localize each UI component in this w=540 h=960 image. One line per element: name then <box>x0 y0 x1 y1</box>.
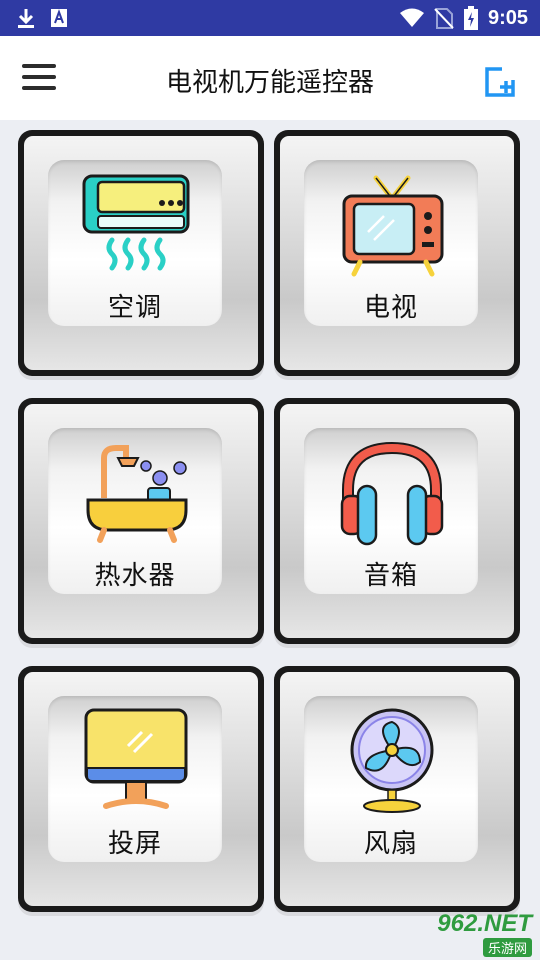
card-inner: 音箱 <box>304 428 478 594</box>
card-inner: 电视 <box>304 160 478 326</box>
battery-charging-icon <box>463 6 478 30</box>
page-title: 电视机万能遥控器 <box>165 68 374 98</box>
air-conditioner-icon <box>82 174 190 271</box>
device-label: 电视 <box>363 293 418 323</box>
status-left-icons <box>16 7 68 29</box>
device-label: 热水器 <box>94 561 176 591</box>
app-bar: 电视机万能遥控器 <box>0 36 540 120</box>
card-inner: 风扇 <box>304 696 478 862</box>
device-card-television[interactable]: 电视 <box>274 130 520 376</box>
no-sim-icon <box>434 8 454 29</box>
card-inner: 热水器 <box>48 428 222 594</box>
device-card-air-conditioner[interactable]: 空调 <box>18 130 264 376</box>
status-time: 9:05 <box>487 6 528 29</box>
add-device-icon[interactable] <box>484 66 516 98</box>
device-card-screencast[interactable]: 投屏 <box>18 666 264 912</box>
headphones-speaker-icon <box>340 441 444 546</box>
television-icon <box>342 175 444 277</box>
watermark-sub: 乐游网 <box>482 938 532 957</box>
electric-fan-icon <box>350 708 434 813</box>
wifi-icon <box>399 8 424 27</box>
device-label: 音箱 <box>363 561 418 591</box>
device-card-speaker[interactable]: 音箱 <box>274 398 520 644</box>
site-watermark: 962.NET 乐游网 <box>402 910 532 957</box>
card-inner: 投屏 <box>48 696 222 862</box>
device-label: 风扇 <box>363 829 418 859</box>
status-right-icons: 9:05 <box>399 6 528 30</box>
device-card-water-heater[interactable]: 热水器 <box>18 398 264 644</box>
device-label: 投屏 <box>107 829 162 859</box>
text-a-icon <box>51 9 67 27</box>
card-inner: 空调 <box>48 160 222 326</box>
monitor-screencast-icon <box>84 708 188 809</box>
water-heater-bathtub-icon <box>86 445 188 543</box>
watermark-logo: 962.NET <box>437 910 532 937</box>
status-bar: 9:05 <box>0 0 540 36</box>
device-card-fan[interactable]: 风扇 <box>274 666 520 912</box>
download-icon <box>18 9 34 28</box>
device-label: 空调 <box>107 293 162 323</box>
